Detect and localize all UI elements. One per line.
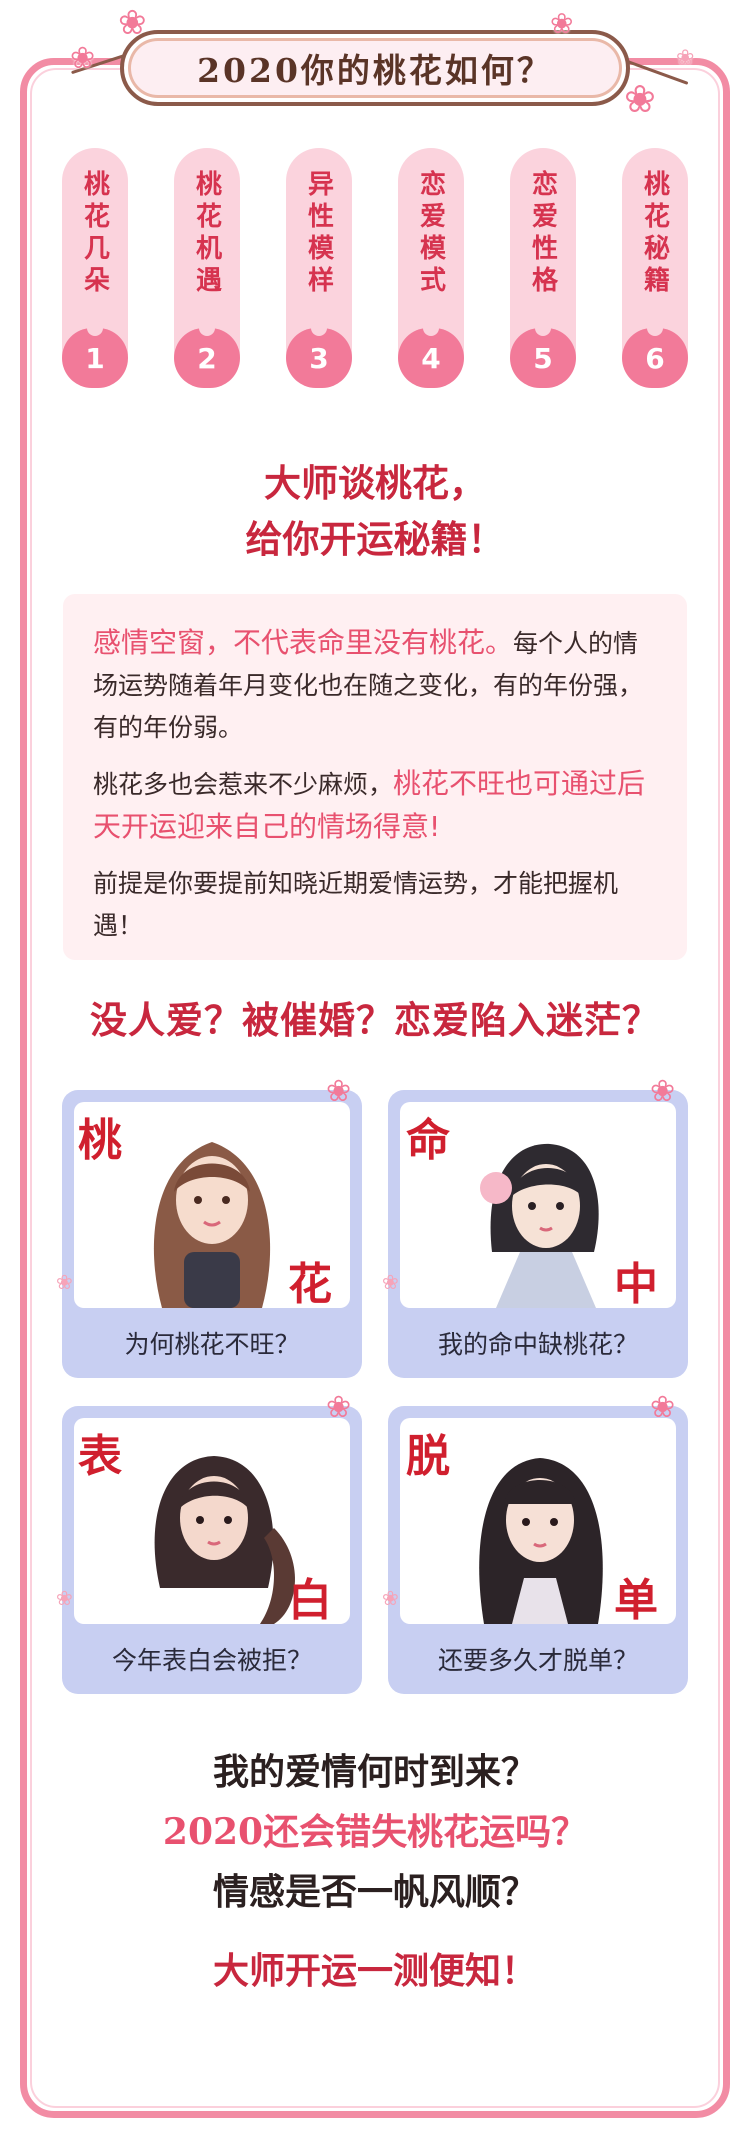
tab-6[interactable]: 桃花秘籍 6 [622, 148, 688, 388]
cherry-blossom-icon: ❀ [56, 1270, 73, 1294]
cherry-blossom-icon: ❀ [326, 1390, 352, 1425]
card-caption: 还要多久才脱单？ [437, 1646, 638, 1675]
portrait-card[interactable]: 命 中 我的命中缺桃花？ ❀ ❀ [382, 1074, 688, 1378]
tab-label: 异性模样 [303, 170, 334, 298]
card-caption: 为何桃花不旺？ [124, 1330, 300, 1359]
tab-number: 6 [622, 320, 688, 388]
tab-2[interactable]: 桃花机遇 2 [174, 148, 240, 388]
card-caption: 今年表白会被拒？ [111, 1646, 312, 1675]
card-char-bottom: 单 [614, 1575, 658, 1626]
info-text: 前提是你要提前知晓近期爱情运势，才能把握机遇！ [93, 869, 619, 940]
cherry-blossom-icon: ❀ [70, 41, 96, 76]
closing-block: 我的爱情何时到来？ 2020还会错失桃花运吗？ 情感是否一帆风顺？ [0, 1742, 750, 1922]
tab-label: 恋爱性格 [527, 170, 558, 298]
master-heading: 大师谈桃花， 给你开运秘籍！ [0, 455, 750, 567]
tab-number: 3 [286, 320, 352, 388]
title-banner: 2020你的桃花如何？ [120, 30, 630, 106]
card-char-bottom: 花 [288, 1259, 332, 1310]
tab-5[interactable]: 恋爱性格 5 [510, 148, 576, 388]
feature-tabs: 桃花几朵 1 桃花机遇 2 异性模样 3 恋爱模式 4 恋爱性格 5 桃花秘籍 … [62, 148, 688, 388]
closing-line-1: 我的爱情何时到来？ [212, 1751, 537, 1793]
closing-line-3: 情感是否一帆风顺？ [212, 1871, 537, 1913]
cherry-blossom-icon: ❀ [650, 1390, 676, 1425]
info-paragraph-3: 前提是你要提前知晓近期爱情运势，才能把握机遇！ [93, 863, 657, 947]
info-paragraph-2: 桃花多也会惹来不少麻烦，桃花不旺也可通过后天开运迎来自己的情场得意! [93, 763, 657, 849]
tab-label: 恋爱模式 [415, 170, 446, 298]
info-paragraph-1: 感情空窗，不代表命里没有桃花。每个人的情场运势随着年月变化也在随之变化，有的年份… [93, 622, 657, 749]
page-title: 2020你的桃花如何？ [197, 51, 553, 90]
tab-label: 桃花机遇 [191, 170, 222, 298]
cherry-blossom-icon: ❀ [382, 1586, 399, 1610]
tab-1[interactable]: 桃花几朵 1 [62, 148, 128, 388]
portrait-card[interactable]: 桃 花 为何桃花不旺？ ❀ ❀ [56, 1074, 362, 1378]
cherry-blossom-icon: ❀ [56, 1586, 73, 1610]
info-text: 桃花多也会惹来不少麻烦， [93, 770, 394, 799]
tab-number: 5 [510, 320, 576, 388]
card-char-top: 脱 [406, 1431, 450, 1482]
tab-number: 2 [174, 320, 240, 388]
portrait-card[interactable]: 脱 单 还要多久才脱单？ ❀ ❀ [382, 1390, 688, 1694]
card-char-top: 桃 [78, 1115, 122, 1166]
slogan: 大师开运一测便知！ [212, 1950, 537, 1992]
tab-4[interactable]: 恋爱模式 4 [398, 148, 464, 388]
closing-line-2: 2020还会错失桃花运吗？ [162, 1811, 588, 1853]
portrait-card[interactable]: 表 白 今年表白会被拒？ ❀ ❀ [56, 1390, 362, 1694]
question-heading: 没人爱？被催婚？恋爱陷入迷茫？ [90, 998, 660, 1042]
cherry-blossom-icon: ❀ [650, 1074, 676, 1109]
tab-label: 桃花秘籍 [639, 170, 670, 298]
info-highlight: 感情空窗，不代表命里没有桃花。 [93, 626, 514, 659]
cherry-blossom-icon: ❀ [676, 46, 695, 71]
cherry-blossom-icon: ❀ [624, 77, 656, 121]
cherry-blossom-icon: ❀ [382, 1270, 399, 1294]
cherry-blossom-icon: ❀ [326, 1074, 352, 1109]
tab-number: 1 [62, 320, 128, 388]
card-char-bottom: 白 [288, 1575, 332, 1626]
card-char-top: 表 [78, 1431, 122, 1482]
master-heading-line1: 大师谈桃花， [264, 461, 486, 505]
card-caption: 我的命中缺桃花？ [437, 1330, 638, 1359]
tab-label: 桃花几朵 [79, 170, 110, 298]
tab-number: 4 [398, 320, 464, 388]
tab-3[interactable]: 异性模样 3 [286, 148, 352, 388]
master-heading-line2: 给你开运秘籍！ [245, 517, 505, 561]
card-char-bottom: 中 [614, 1259, 658, 1310]
info-card: 感情空窗，不代表命里没有桃花。每个人的情场运势随着年月变化也在随之变化，有的年份… [63, 594, 687, 960]
card-char-top: 命 [406, 1115, 450, 1166]
cherry-blossom-icon: ❀ [550, 7, 574, 40]
cherry-blossom-icon: ❀ [118, 3, 147, 43]
